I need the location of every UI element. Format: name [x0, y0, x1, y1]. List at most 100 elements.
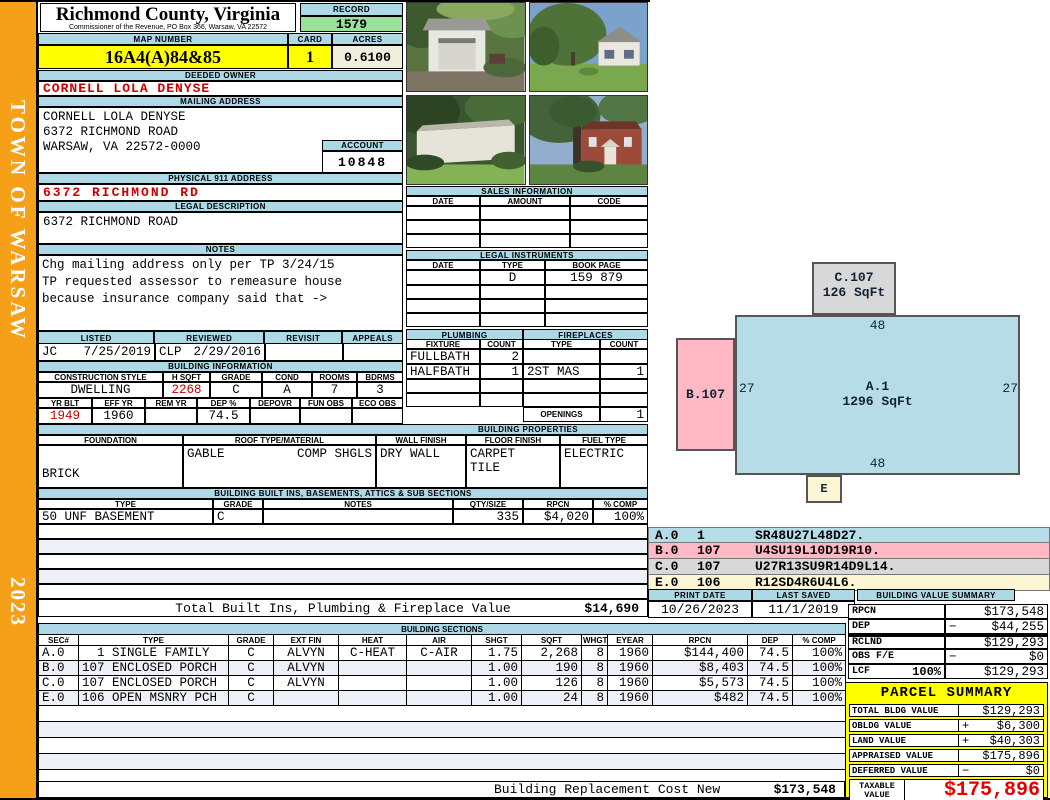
built-in-notes	[263, 509, 453, 524]
fuel-type-text: ELECTRIC	[564, 447, 625, 461]
col-header: WALL FINISH	[376, 435, 466, 445]
fireplace-count: 1	[600, 364, 648, 379]
last-saved-value: 11/1/2019	[752, 601, 855, 618]
sales-row	[406, 234, 648, 248]
sketch-canvas: C.107 126 SqFt B.107 A.1 1296 SqFt E 48 …	[650, 0, 1050, 525]
bvs-label: DEP	[848, 619, 945, 634]
floor-finish-text: CARPET TILE	[470, 447, 516, 475]
construction-style: DWELLING	[38, 382, 163, 398]
print-date-label: PRINT DATE	[648, 589, 752, 601]
empty-row	[37, 737, 847, 754]
built-in-qty: 335	[453, 509, 523, 524]
empty-row	[38, 584, 648, 599]
sales-headers: DATE AMOUNT CODE	[406, 196, 648, 206]
building-info-h1: CONSTRUCTION STYLE H SQFT GRADE COND ROO…	[38, 372, 403, 382]
col-header: AIR	[406, 634, 472, 646]
physical-address-label: PHYSICAL 911 ADDRESS	[38, 173, 403, 184]
col-header: FIXTURE	[406, 339, 480, 349]
condition: A	[262, 382, 312, 398]
replacement-cost-label: Building Replacement Cost New	[494, 782, 721, 797]
sketch-section-b: B.107	[676, 338, 735, 451]
economic-obs	[352, 408, 403, 424]
bvs-value: $129,293	[945, 636, 1048, 650]
col-header: TYPE	[78, 634, 229, 646]
account-value: 10848	[322, 151, 403, 173]
legend-sec: A.0	[655, 528, 679, 543]
dep-override	[250, 408, 300, 424]
card-value: 1	[288, 45, 332, 69]
built-in-comp: 100%	[593, 509, 648, 524]
col-header: % COMP	[593, 499, 648, 509]
col-header: DATE	[406, 196, 480, 206]
listed-by: JC	[42, 345, 58, 359]
account-label: ACCOUNT	[322, 140, 403, 151]
sketch-legend-row: A.0 1 SR48U27L48D27.	[648, 527, 1050, 543]
plumb-fire-row	[406, 393, 648, 407]
building-properties-values: BRICK GABLE COMP SHGLS DRY WALL CARPET TI…	[38, 445, 648, 488]
openings-count: 1	[600, 407, 648, 422]
appeals-value	[343, 343, 403, 361]
map-number-label: MAP NUMBER	[38, 33, 288, 45]
built-ins-row: 50 UNF BASEMENT C 335 $4,020 100%	[38, 509, 648, 524]
col-header: EFF YR	[92, 398, 145, 408]
plumb-fire-row	[406, 379, 648, 393]
plumb-fire-headers: FIXTURE COUNT TYPE COUNT	[406, 339, 648, 349]
col-header: COND	[262, 372, 312, 382]
built-in-grade: C	[213, 509, 263, 524]
col-header: DATE	[406, 260, 480, 270]
taxable-label: TAXABLE VALUE	[849, 779, 905, 800]
legal-instruments-row: D 159 879	[406, 270, 648, 285]
house-lawn-photo	[528, 2, 648, 92]
section-row: A.0 1 SINGLE FAMILY C ALVYN C-HEAT C-AIR 1…	[38, 645, 847, 661]
notes-label: NOTES	[38, 244, 403, 255]
replacement-cost-row: Building Replacement Cost New $173,548	[38, 781, 845, 798]
building-sections-table: BUILDING SECTIONS SEC# TYPE GRADE EXT FI…	[37, 623, 847, 786]
grade: C	[210, 382, 262, 398]
col-header: EYEAR	[607, 634, 653, 646]
parcel-summary-title: PARCEL SUMMARY	[880, 685, 1013, 701]
building-properties-text: BUILDING PROPERTIES	[477, 425, 579, 434]
reviewed-value: CLP 2/29/2016	[155, 343, 265, 361]
col-header: GRADE	[210, 372, 262, 382]
col-header: ECO OBS	[352, 398, 403, 408]
col-header: H SQFT	[163, 372, 210, 382]
dimension-left: 27	[739, 381, 755, 396]
col-header: DEPOVR	[250, 398, 300, 408]
legend-path: SR48U27L48D27.	[755, 528, 865, 543]
col-header: SQFT	[521, 634, 582, 646]
sketch-section-a: A.1 1296 SqFt	[735, 315, 1020, 475]
roof-value: GABLE COMP SHGLS	[183, 445, 376, 488]
year-label: 2023	[6, 577, 30, 627]
col-header: SEC#	[38, 634, 79, 646]
col-header: RPCN	[523, 499, 593, 509]
parcel-summary: PARCEL SUMMARY TOTAL BLDG VALUE $129,293…	[845, 682, 1048, 800]
building-info-r1: DWELLING 2268 C A 7 3	[38, 382, 403, 398]
instrument-book-page: 159 879	[545, 270, 648, 285]
bvs-row: DEP − $44,255	[848, 619, 1048, 634]
listed-value: JC 7/25/2019	[38, 343, 155, 361]
openings-label: OPENINGS	[523, 407, 600, 422]
effective-year: 1960	[92, 408, 145, 424]
col-header: YR BLT	[38, 398, 92, 408]
col-header: EXT FIN	[273, 634, 339, 646]
instrument-type: D	[480, 270, 545, 285]
mailing-address-label: MAILING ADDRESS	[38, 96, 403, 107]
building-properties-label: BUILDING PROPERTIES	[38, 424, 648, 435]
empty-row	[37, 753, 847, 770]
col-header: ROOF TYPE/MATERIAL	[183, 435, 376, 445]
sketch-b-label: B.107	[685, 387, 725, 402]
bvs-label: OBS F/E	[848, 649, 945, 664]
year-built: 1949	[38, 408, 92, 424]
built-ins-label: BUILDING BUILT INS, BASEMENTS, ATTICS & …	[38, 488, 648, 499]
legend-sec: C.0	[655, 559, 679, 574]
legal-instruments-row	[406, 299, 648, 313]
bvs-row: OBS F/E − $0	[848, 649, 1048, 664]
sketch-a-sqft: 1296 SqFt	[842, 394, 913, 409]
brick-house-photo	[528, 95, 648, 185]
bvs-label: RCLND	[848, 636, 945, 649]
empty-row	[38, 539, 648, 554]
section-row: C.0 107 ENCLOSED PORCH C ALVYN 1.00 126 8 19…	[38, 675, 847, 691]
col-header: CONSTRUCTION STYLE	[38, 372, 163, 382]
building-sections-label: BUILDING SECTIONS	[37, 623, 847, 635]
legend-path: U4SU19L10D19R10.	[755, 543, 880, 558]
